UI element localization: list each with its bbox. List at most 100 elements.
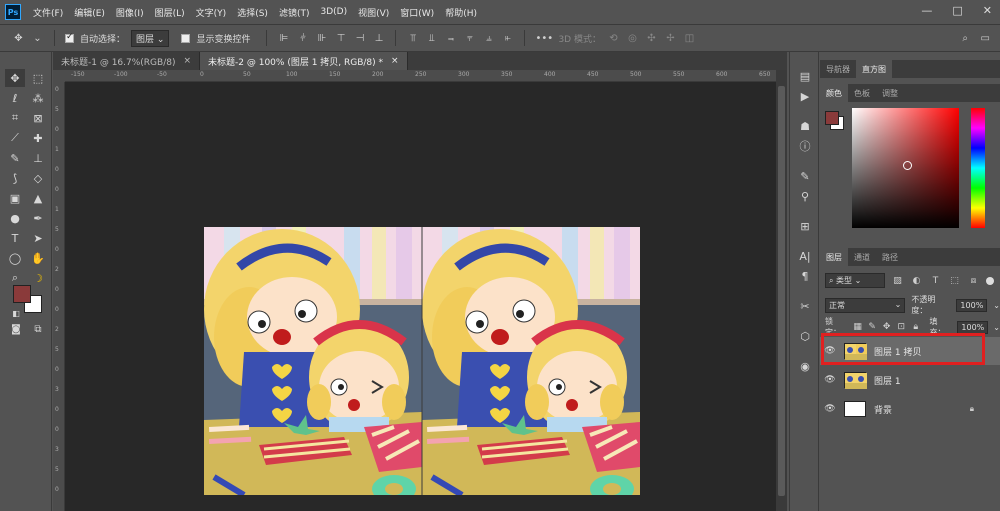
move-tool-icon[interactable]: ✥ xyxy=(12,33,25,44)
healing-brush-icon[interactable]: ✚ xyxy=(28,129,48,147)
character-panel-icon[interactable]: A| xyxy=(796,248,814,264)
tab-document-2[interactable]: 未标题-2 @ 100% (图层 1 拷贝, RGB/8) * × xyxy=(200,52,408,70)
align-top-icon[interactable]: ⊤ xyxy=(334,33,347,44)
distribute-right-icon[interactable]: ⫦ xyxy=(501,33,514,44)
align-left-icon[interactable]: ⊫ xyxy=(277,33,290,44)
type-tool-icon[interactable]: T xyxy=(5,229,25,247)
brush-settings-icon[interactable]: ✎ xyxy=(796,168,814,184)
auto-select-checkbox[interactable] xyxy=(65,32,74,43)
blur-tool-icon[interactable]: ▲ xyxy=(28,189,48,207)
pen-tool-icon[interactable]: ✒ xyxy=(28,209,48,227)
opacity-input[interactable]: 100% xyxy=(956,298,988,312)
distribute-left-icon[interactable]: ⫧ xyxy=(463,33,476,44)
3d-panel-icon[interactable]: ⬡ xyxy=(796,328,814,344)
dodge-tool-icon[interactable]: ● xyxy=(5,209,25,227)
eyedropper-icon[interactable]: ⟋ xyxy=(5,129,25,147)
learn-panel-icon[interactable]: ☗ xyxy=(796,118,814,134)
menu-help[interactable]: 帮助(H) xyxy=(445,6,477,19)
distribute-top-icon[interactable]: ⫪ xyxy=(406,33,419,44)
document-artwork[interactable] xyxy=(204,227,640,495)
tab-channels[interactable]: 通道 xyxy=(848,248,876,266)
info-panel-icon[interactable]: ⓘ xyxy=(796,138,814,154)
close-button[interactable]: ✕ xyxy=(983,4,992,17)
brush-tool-icon[interactable]: ✎ xyxy=(5,149,25,167)
lasso-tool-icon[interactable]: ℓ xyxy=(5,89,25,107)
foreground-color-swatch[interactable] xyxy=(13,285,31,303)
menu-window[interactable]: 窗口(W) xyxy=(400,6,434,19)
layer-filter-dropdown[interactable]: ⌕ 类型 ⌄ xyxy=(825,273,885,288)
auto-select-target-dropdown[interactable]: 图层 ⌄ xyxy=(131,29,170,47)
tab-document-1[interactable]: 未标题-1 @ 16.7%(RGB/8) × xyxy=(53,52,201,70)
brush-presets-icon[interactable]: ⚲ xyxy=(796,188,814,204)
filter-type-icon[interactable]: T xyxy=(929,276,942,286)
lock-position-icon[interactable]: ✥ xyxy=(882,322,892,332)
path-select-icon[interactable]: ➤ xyxy=(28,229,48,247)
chevron-down-icon[interactable]: ⌄ xyxy=(993,301,1000,310)
filter-toggle-icon[interactable] xyxy=(986,276,994,285)
clone-source-icon[interactable]: ⊞ xyxy=(796,218,814,234)
layer-row-background[interactable]: 👁︎ 背景 🔒︎ xyxy=(820,395,1000,423)
layer-row[interactable]: 👁︎ 图层 1 xyxy=(820,366,1000,394)
minimize-button[interactable]: — xyxy=(921,4,932,17)
tab-layers[interactable]: 图层 xyxy=(820,248,848,266)
properties-panel-icon[interactable]: ◉ xyxy=(796,358,814,374)
shape-tool-icon[interactable]: ◯ xyxy=(5,249,25,267)
color-picker-pointer[interactable] xyxy=(903,161,912,170)
actions-play-icon[interactable]: ▶ xyxy=(796,88,814,104)
quick-mask-icon[interactable]: ◙ xyxy=(6,320,26,338)
align-vcenter-icon[interactable]: ⊣ xyxy=(353,33,366,44)
tab-histogram[interactable]: 直方图 xyxy=(856,60,892,78)
chevron-down-icon[interactable]: ⌄ xyxy=(31,33,44,44)
distribute-hcenter-icon[interactable]: ⫨ xyxy=(482,33,495,44)
lock-pixels-icon[interactable]: ✎ xyxy=(867,322,877,332)
show-transform-checkbox[interactable] xyxy=(181,33,191,43)
lock-artboard-icon[interactable]: ⊡ xyxy=(896,322,906,332)
distribute-bottom-icon[interactable]: ⫬ xyxy=(444,33,457,44)
vertical-scrollbar[interactable] xyxy=(776,70,787,511)
move-tool-icon[interactable]: ✥ xyxy=(5,69,25,87)
blend-mode-dropdown[interactable]: 正常 ⌄ xyxy=(825,297,906,313)
tool-presets-icon[interactable]: ✂ xyxy=(796,298,814,314)
3d-drag-icon[interactable]: ✣ xyxy=(645,33,658,44)
distribute-vcenter-icon[interactable]: ⫫ xyxy=(425,33,438,44)
align-right-icon[interactable]: ⊪ xyxy=(315,33,328,44)
crop-tool-icon[interactable]: ⌗ xyxy=(5,109,25,127)
tab-paths[interactable]: 路径 xyxy=(876,248,904,266)
more-options-icon[interactable]: ••• xyxy=(535,33,553,44)
stamp-tool-icon[interactable]: ⊥ xyxy=(28,149,48,167)
3d-roll-icon[interactable]: ◎ xyxy=(626,33,639,44)
filter-smart-icon[interactable]: ⧈ xyxy=(967,276,980,286)
gradient-tool-icon[interactable]: ▣ xyxy=(5,189,25,207)
hand-tool-icon[interactable]: ✋ xyxy=(28,249,48,267)
ruler-origin[interactable] xyxy=(53,70,65,82)
3d-scale-icon[interactable]: ◫ xyxy=(683,33,696,44)
panel-foreground-swatch[interactable] xyxy=(825,111,839,125)
3d-slide-icon[interactable]: ✢ xyxy=(664,33,677,44)
filter-adjustment-icon[interactable]: ◐ xyxy=(910,276,923,286)
visibility-eye-icon[interactable]: 👁︎ xyxy=(820,375,840,385)
menu-view[interactable]: 视图(V) xyxy=(358,6,389,19)
visibility-eye-icon[interactable]: 👁︎ xyxy=(820,404,840,414)
banana-tool-icon[interactable]: ☽ xyxy=(28,269,48,287)
menu-filter[interactable]: 滤镜(T) xyxy=(279,6,310,19)
search-icon[interactable]: ⌕ xyxy=(962,33,968,44)
menu-edit[interactable]: 编辑(E) xyxy=(74,6,105,19)
align-bottom-icon[interactable]: ⊥ xyxy=(372,33,385,44)
menu-type[interactable]: 文字(Y) xyxy=(196,6,227,19)
horizontal-ruler[interactable]: -150 -100 -50 0 50 100 150 200 250 300 350 400 450 50… xyxy=(65,70,776,82)
history-panel-icon[interactable]: ▤ xyxy=(796,68,814,84)
marquee-tool-icon[interactable]: ⬚ xyxy=(28,69,48,87)
magic-wand-icon[interactable]: ⁂ xyxy=(28,89,48,107)
menu-file[interactable]: 文件(F) xyxy=(33,6,63,19)
eraser-tool-icon[interactable]: ◇ xyxy=(28,169,48,187)
hue-slider[interactable] xyxy=(971,108,985,228)
tab-swatches[interactable]: 色板 xyxy=(848,84,876,102)
menu-select[interactable]: 选择(S) xyxy=(237,6,268,19)
chevron-down-icon[interactable]: ⌄ xyxy=(993,323,1000,332)
menu-3d[interactable]: 3D(D) xyxy=(320,7,347,17)
vertical-ruler[interactable]: 0 5 0 1 0 0 1 5 0 2 0 0 2 5 0 3 0 0 3 5 0 xyxy=(53,82,65,511)
filter-pixel-icon[interactable]: ▨ xyxy=(891,276,904,286)
frame-tool-icon[interactable]: ⊠ xyxy=(28,109,48,127)
tab-color[interactable]: 颜色 xyxy=(820,84,848,102)
workspace-icon[interactable]: ▭ xyxy=(981,33,990,44)
